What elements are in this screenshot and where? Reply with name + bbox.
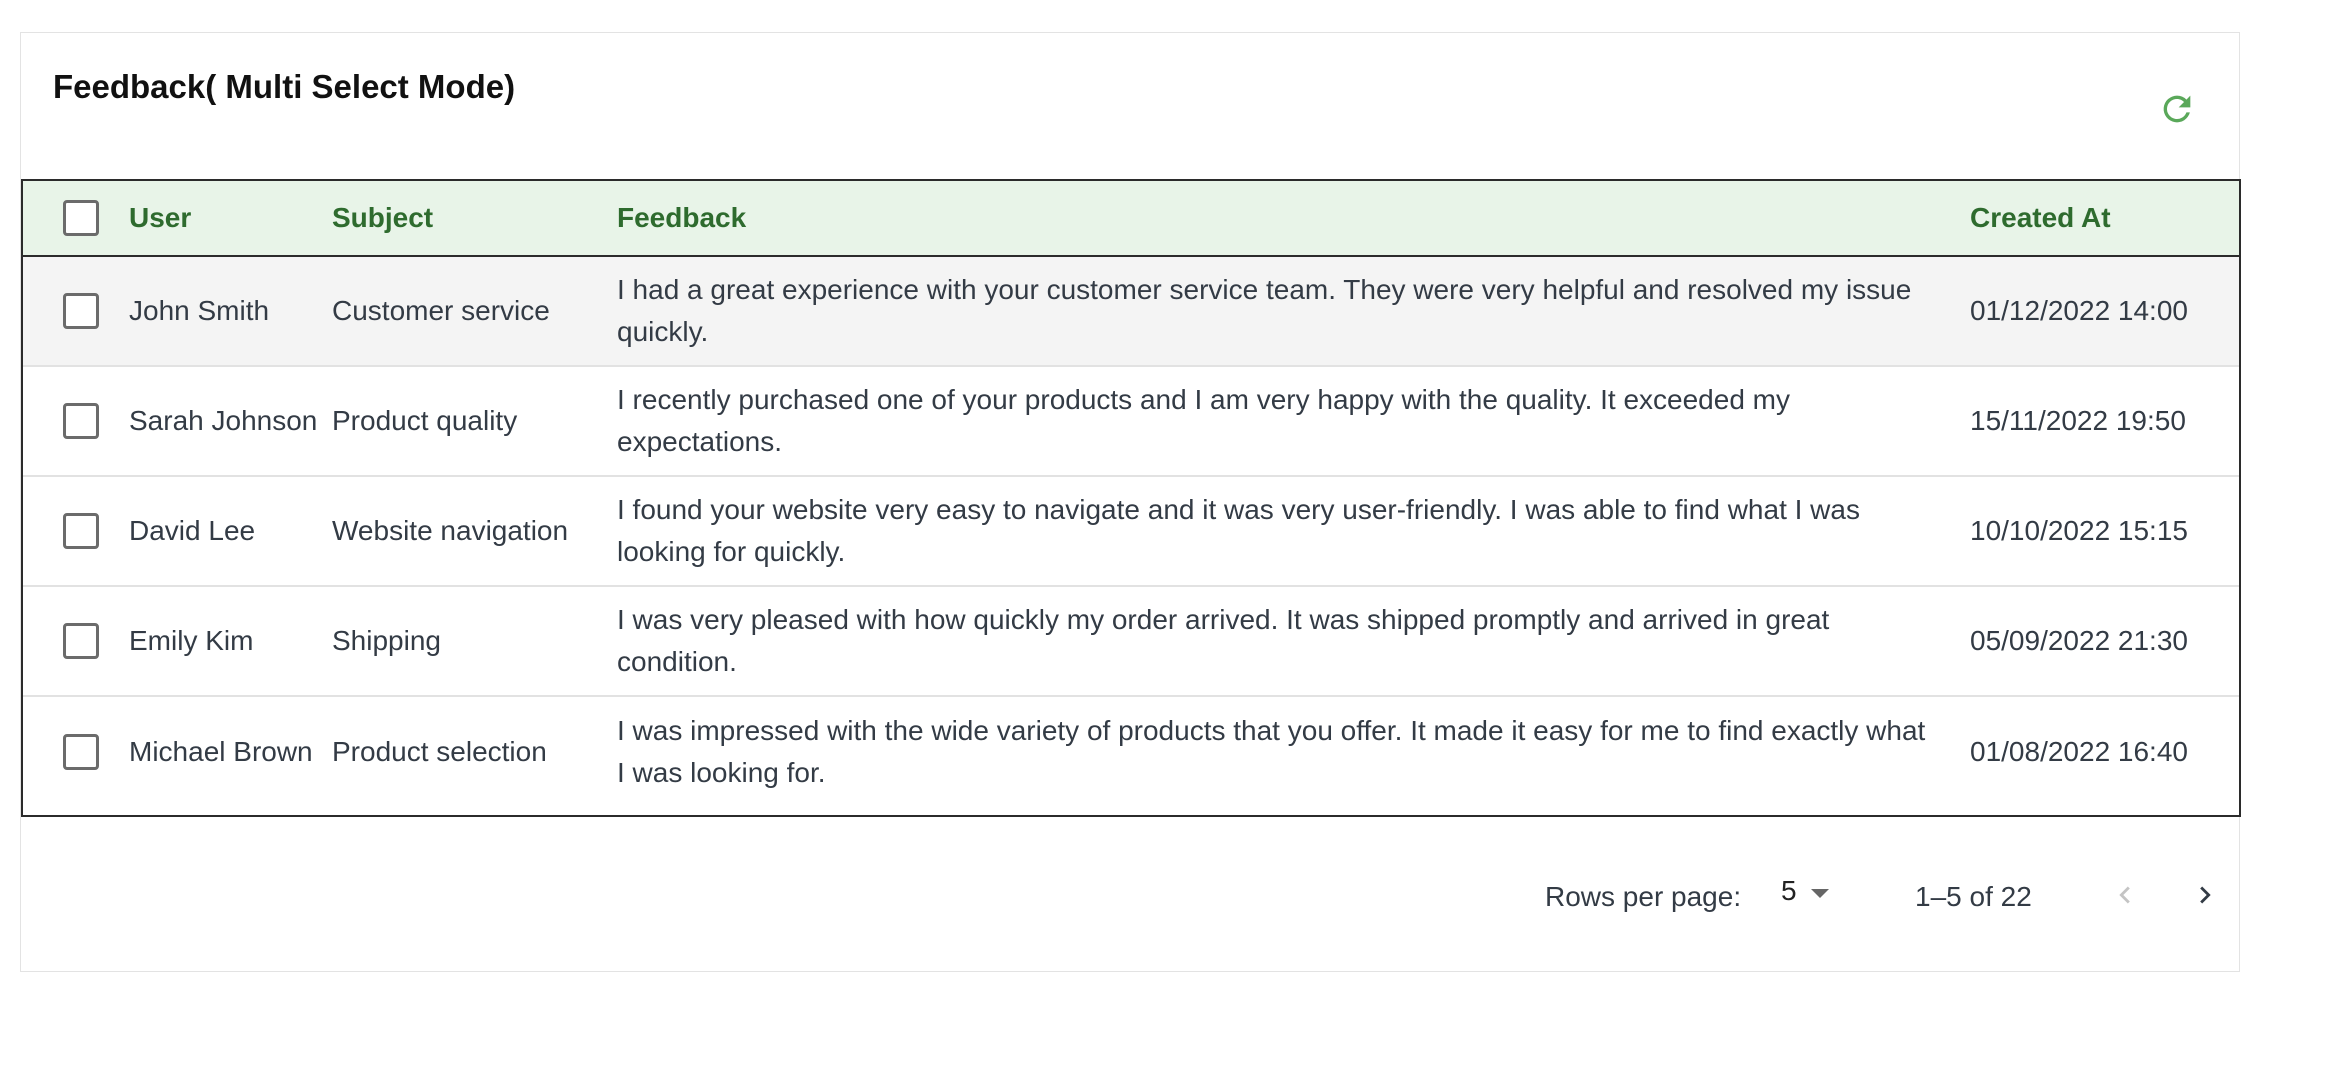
cell-created-at: 01/08/2022 16:40 (1970, 736, 2188, 767)
pagination-range: 1–5 of 22 (1915, 881, 2032, 912)
cell-user: David Lee (129, 515, 256, 546)
feedback-card: Feedback( Multi Select Mode) User Subjec… (20, 32, 2241, 973)
cell-feedback: I was impressed with the wide variety of… (617, 715, 1926, 788)
row-checkbox[interactable] (63, 403, 99, 439)
table-header-row: User Subject Feedback Created At (23, 181, 2239, 257)
cell-created-at: 10/10/2022 15:15 (1970, 515, 2188, 546)
cell-subject: Shipping (332, 625, 441, 656)
row-checkbox[interactable] (63, 623, 99, 659)
cell-feedback: I found your website very easy to naviga… (617, 494, 1860, 567)
row-checkbox[interactable] (63, 293, 99, 329)
table-row[interactable]: David Lee Website navigation I found you… (23, 477, 2239, 587)
rows-per-page-select[interactable]: 5 (1781, 875, 1829, 907)
column-header-user[interactable]: User (127, 197, 332, 239)
row-checkbox[interactable] (63, 513, 99, 549)
cell-feedback: I recently purchased one of your product… (617, 384, 1791, 457)
refresh-icon (2163, 95, 2191, 123)
row-checkbox-cell (23, 293, 127, 329)
chevron-left-icon (2119, 886, 2130, 904)
column-header-feedback[interactable]: Feedback (617, 197, 1970, 239)
rows-per-page-value: 5 (1781, 875, 1797, 906)
cell-feedback: I was very pleased with how quickly my o… (617, 604, 1830, 677)
card-header: Feedback( Multi Select Mode) (21, 33, 2239, 179)
rows-per-page-label: Rows per page: (1545, 881, 1742, 912)
refresh-button[interactable] (2151, 83, 2203, 135)
cell-subject: Product selection (332, 736, 547, 767)
column-header-created-at[interactable]: Created At (1970, 197, 2239, 239)
cell-subject: Product quality (332, 405, 518, 436)
feedback-table: User Subject Feedback Created At John Sm… (21, 179, 2241, 817)
cell-user: Sarah Johnson (129, 405, 318, 436)
next-page-button[interactable] (2181, 871, 2229, 919)
cell-created-at: 01/12/2022 14:00 (1970, 295, 2188, 326)
table-row[interactable]: Sarah Johnson Product quality I recently… (23, 367, 2239, 477)
header-checkbox-cell (23, 200, 127, 236)
pagination-bar: Rows per page: 5 1–5 of 22 (21, 817, 2241, 973)
cell-user: John Smith (129, 295, 270, 326)
chevron-right-icon (2200, 886, 2211, 904)
row-checkbox-cell (23, 623, 127, 659)
column-header-subject[interactable]: Subject (332, 197, 617, 239)
caret-down-icon (1810, 888, 1829, 898)
previous-page-button[interactable] (2101, 871, 2149, 919)
cell-user: Emily Kim (129, 625, 254, 656)
cell-feedback: I had a great experience with your custo… (617, 274, 1912, 347)
cell-created-at: 05/09/2022 21:30 (1970, 625, 2188, 656)
table-row[interactable]: Michael Brown Product selection I was im… (23, 697, 2239, 807)
row-checkbox-cell (23, 513, 127, 549)
row-checkbox-cell (23, 403, 127, 439)
cell-created-at: 15/11/2022 19:50 (1970, 405, 2186, 436)
row-checkbox[interactable] (63, 734, 99, 770)
cell-subject: Website navigation (332, 515, 569, 546)
cell-subject: Customer service (332, 295, 550, 326)
page-title: Feedback( Multi Select Mode) (53, 68, 516, 105)
cell-user: Michael Brown (129, 736, 313, 767)
row-checkbox-cell (23, 734, 127, 770)
table-row[interactable]: John Smith Customer service I had a grea… (23, 257, 2239, 367)
table-row[interactable]: Emily Kim Shipping I was very pleased wi… (23, 587, 2239, 697)
select-all-checkbox[interactable] (63, 200, 99, 236)
